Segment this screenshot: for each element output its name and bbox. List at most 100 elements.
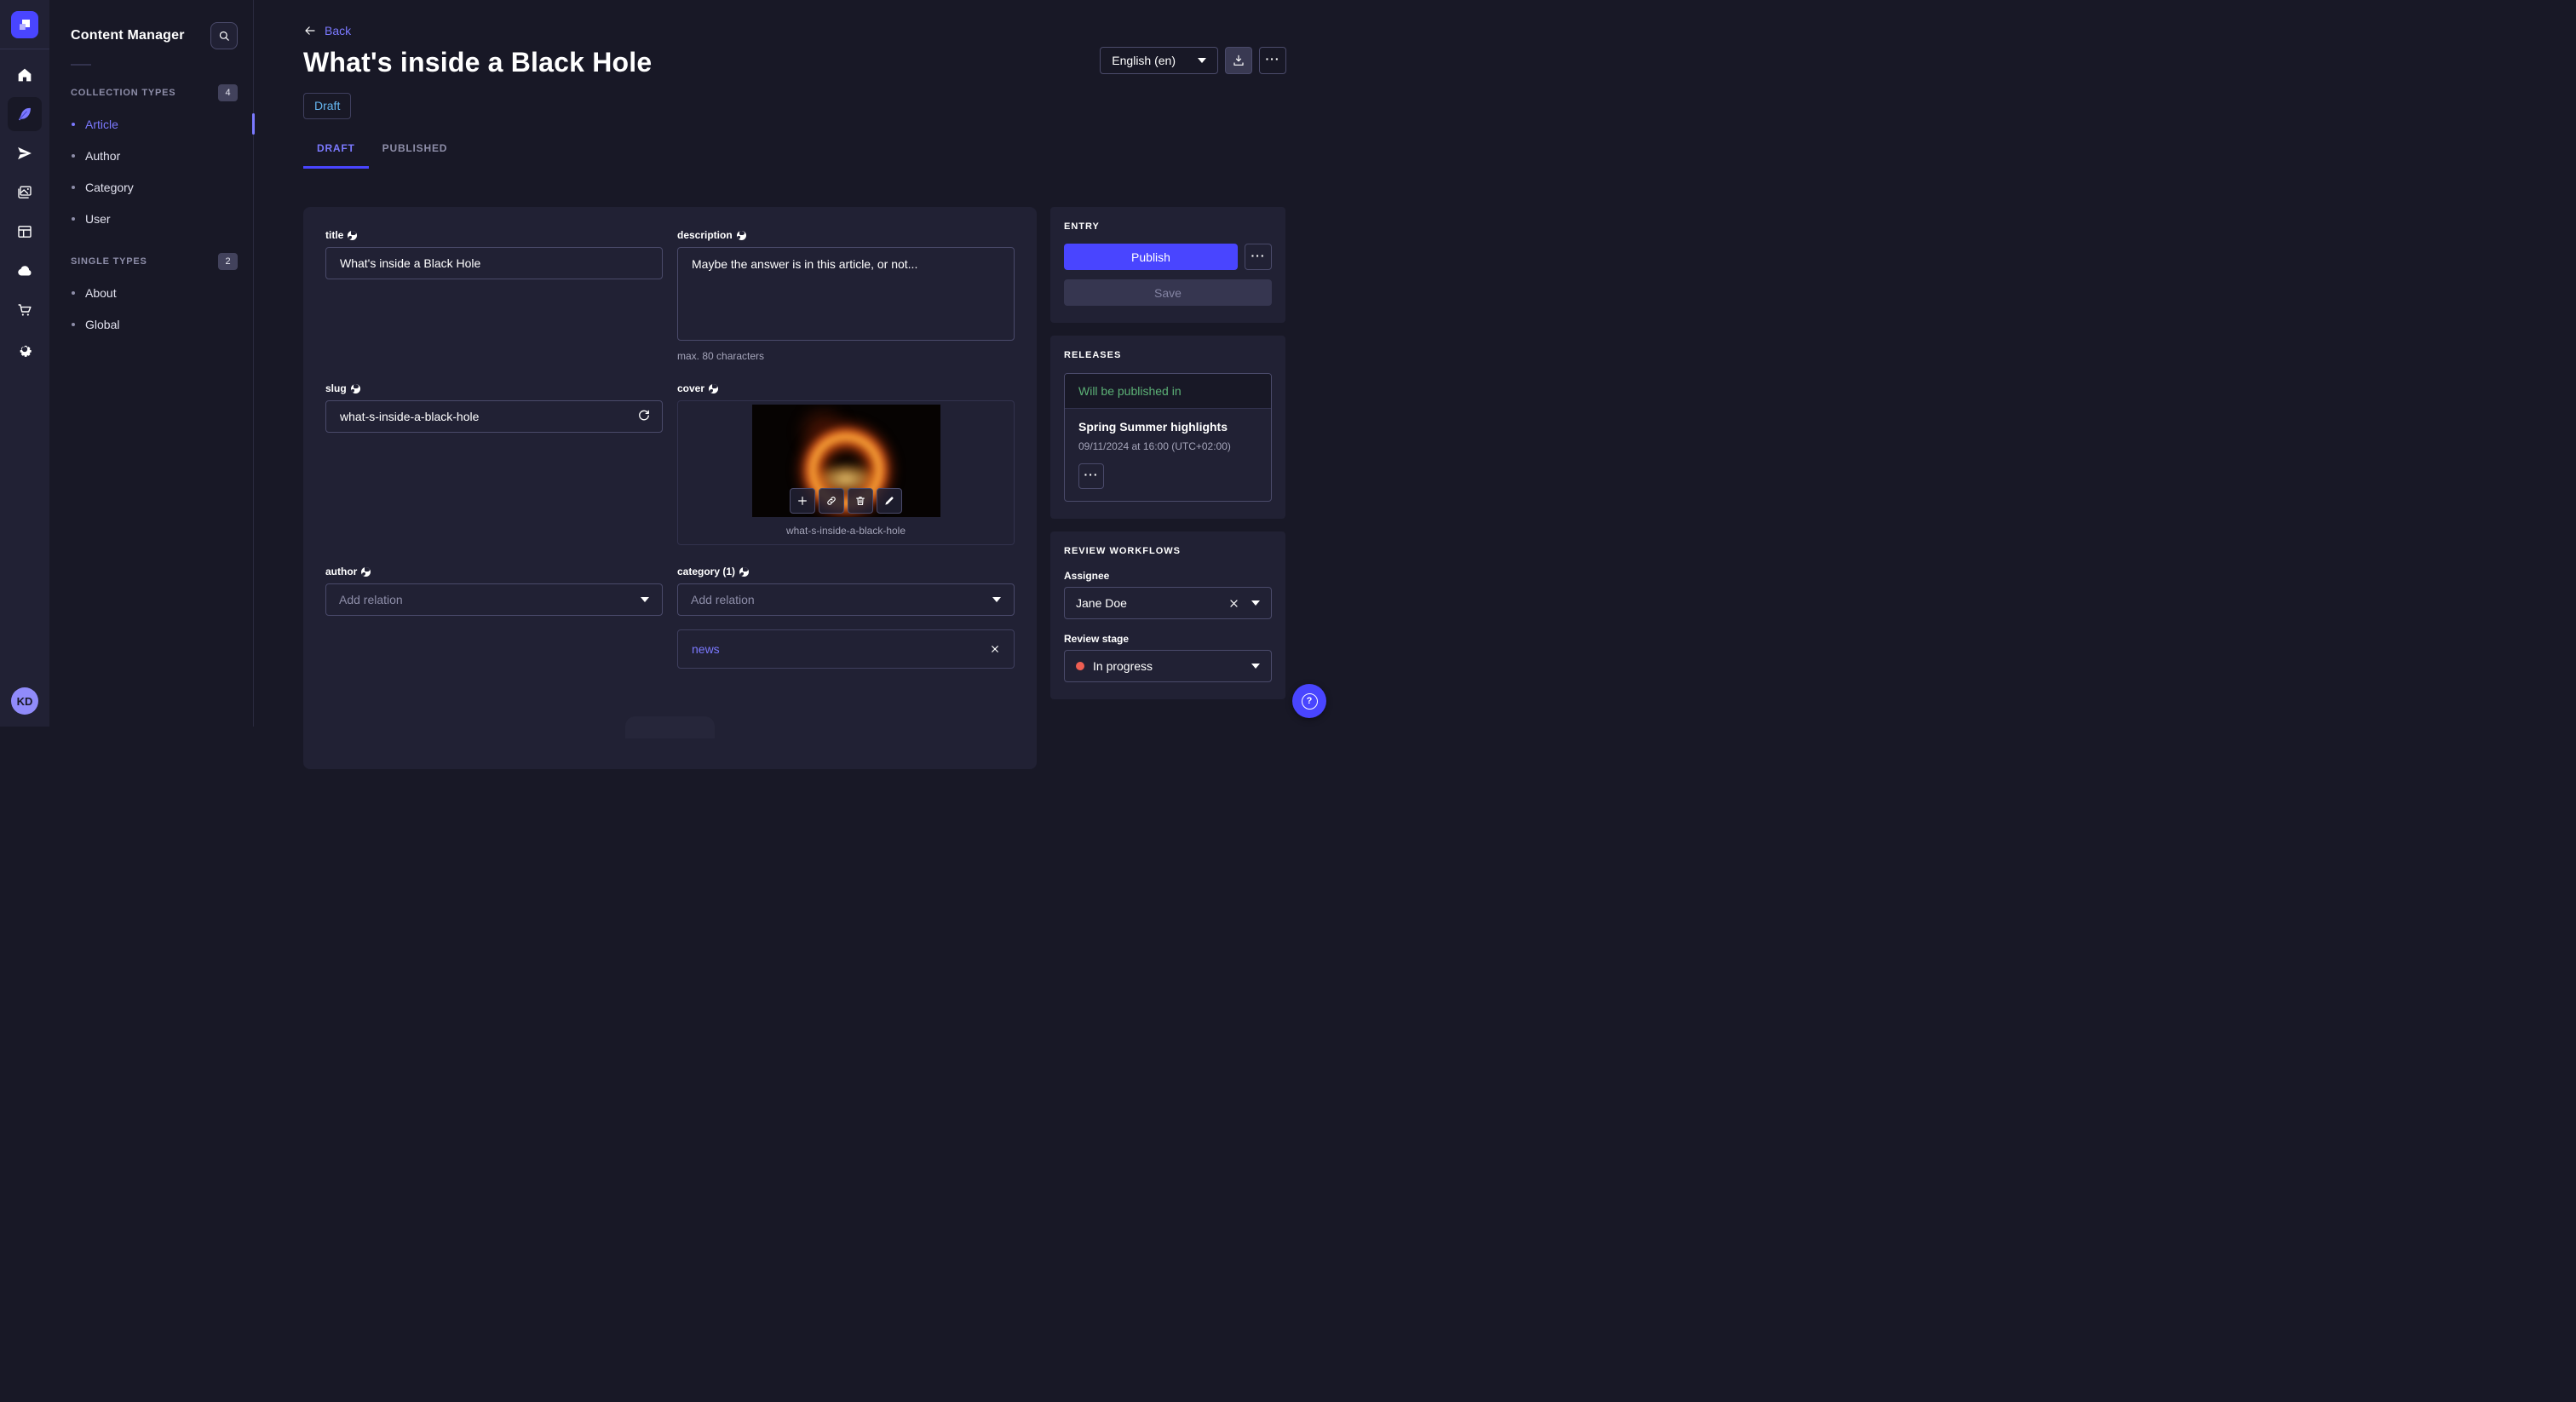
content-manager-feather-icon[interactable]: [8, 97, 42, 131]
entry-sidebar: ENTRY Publish ··· Save RELEASES Will be …: [1050, 207, 1285, 699]
release-name: Spring Summer highlights: [1078, 420, 1228, 434]
content-type-builder-icon[interactable]: [8, 215, 42, 249]
header-more-button[interactable]: ···: [1259, 47, 1286, 74]
slug-input[interactable]: [325, 400, 663, 433]
assignee-value: Jane Doe: [1076, 596, 1127, 610]
single-types-section: SINGLE TYPES 2 About Global: [49, 253, 253, 340]
release-date: 09/11/2024 at 16:00 (UTC+02:00): [1078, 440, 1231, 452]
releases-panel-title: RELEASES: [1064, 350, 1122, 360]
entry-panel: ENTRY Publish ··· Save: [1050, 207, 1285, 323]
collection-types-section: COLLECTION TYPES 4 Article Author Catego…: [49, 84, 255, 234]
release-more-button[interactable]: ···: [1078, 463, 1104, 489]
save-button[interactable]: Save: [1064, 279, 1272, 306]
title-input[interactable]: [325, 247, 663, 279]
question-mark-icon: ?: [1301, 692, 1318, 710]
stage-status-dot: [1076, 662, 1084, 670]
collection-types-label: COLLECTION TYPES: [71, 88, 176, 98]
delete-media-button[interactable]: [848, 488, 873, 514]
chevron-down-icon: [641, 597, 649, 602]
sidebar-item-label: About: [85, 285, 117, 300]
releases-panel: RELEASES Will be published in Spring Sum…: [1050, 336, 1285, 519]
assignee-label: Assignee: [1064, 570, 1110, 582]
author-relation-select[interactable]: Add relation: [325, 583, 663, 616]
search-button[interactable]: [210, 22, 238, 49]
download-icon: [1233, 55, 1244, 66]
single-types-label: SINGLE TYPES: [71, 256, 147, 267]
review-stage-select[interactable]: In progress: [1064, 650, 1272, 682]
more-dots-icon: ···: [1251, 248, 1266, 262]
tab-published[interactable]: PUBLISHED: [369, 142, 462, 169]
deploy-cloud-icon[interactable]: [8, 254, 42, 288]
sidebar-item-global[interactable]: Global: [49, 308, 253, 340]
marketplace-cart-icon[interactable]: [8, 293, 42, 327]
remove-relation-button[interactable]: [990, 644, 1000, 654]
sidebar-item-author[interactable]: Author: [49, 140, 253, 171]
locale-globe-icon: [361, 566, 371, 577]
home-icon[interactable]: [8, 58, 42, 92]
export-download-button[interactable]: [1225, 47, 1252, 74]
locale-globe-icon: [739, 566, 750, 577]
strapi-logo[interactable]: [11, 10, 38, 38]
sidebar-item-about[interactable]: About: [49, 277, 253, 308]
category-relation-item: news: [677, 629, 1015, 669]
sidebar-item-user[interactable]: User: [49, 203, 253, 234]
arrow-left-icon: [305, 26, 315, 35]
back-label: Back: [325, 24, 352, 37]
description-field-label: description: [677, 229, 733, 241]
tab-draft[interactable]: DRAFT: [303, 142, 369, 169]
status-badge: Draft: [303, 93, 352, 119]
entry-more-button[interactable]: ···: [1245, 244, 1272, 270]
sidebar-item-label: Global: [85, 317, 120, 331]
sidebar-item-label: Author: [85, 148, 121, 163]
bullet-icon: [72, 290, 75, 295]
clear-assignee-icon[interactable]: [1228, 598, 1239, 609]
locale-select[interactable]: English (en): [1100, 47, 1218, 74]
copy-link-button[interactable]: [819, 488, 844, 514]
sidebar-item-category[interactable]: Category: [49, 171, 253, 203]
plus-icon: [798, 497, 807, 505]
review-stage-value: In progress: [1093, 659, 1153, 673]
locale-globe-icon: [709, 383, 719, 394]
sidebar-item-label: Category: [85, 180, 134, 194]
add-media-button[interactable]: [790, 488, 815, 514]
cover-field: cover what-s-inside-a-black-hole: [677, 382, 1015, 545]
bullet-icon: [72, 216, 75, 221]
slug-field: slug: [325, 382, 663, 545]
description-textarea[interactable]: Maybe the answer is in this article, or …: [677, 247, 1015, 341]
content-manager-nav: Content Manager COLLECTION TYPES 4 Artic…: [49, 0, 255, 727]
publish-button[interactable]: Publish: [1064, 244, 1238, 270]
user-avatar[interactable]: KD: [11, 687, 38, 715]
entry-panel-title: ENTRY: [1064, 221, 1100, 232]
author-placeholder: Add relation: [339, 593, 403, 606]
app-rail: KD: [0, 0, 49, 727]
assignee-select[interactable]: Jane Doe: [1064, 587, 1272, 619]
regenerate-slug-button[interactable]: [636, 408, 652, 423]
help-button[interactable]: ?: [1292, 684, 1326, 718]
chevron-down-icon: [992, 597, 1001, 602]
review-workflows-title: REVIEW WORKFLOWS: [1064, 546, 1181, 556]
logo-container: [0, 0, 49, 49]
category-relation-select[interactable]: Add relation: [677, 583, 1015, 616]
more-dots-icon: ···: [1265, 52, 1280, 66]
edit-media-button[interactable]: [877, 488, 902, 514]
single-types-count-badge: 2: [218, 253, 238, 270]
edit-form-card: title description Maybe the answer is in…: [303, 207, 1037, 769]
locale-globe-icon: [350, 383, 360, 394]
locale-globe-icon: [348, 230, 358, 240]
nav-title: Content Manager: [71, 28, 185, 43]
sidebar-item-article[interactable]: Article: [49, 108, 255, 140]
relation-link-news[interactable]: news: [692, 642, 720, 656]
chevron-down-icon: [1198, 58, 1206, 63]
link-icon: [827, 497, 836, 505]
bullet-icon: [72, 153, 75, 158]
collection-types-count-badge: 4: [218, 84, 238, 101]
bullet-icon: [72, 185, 75, 189]
slug-field-label: slug: [325, 382, 347, 394]
settings-gear-icon[interactable]: [8, 332, 42, 366]
author-field: author Add relation: [325, 566, 663, 669]
back-link[interactable]: Back: [303, 24, 351, 37]
releases-paper-plane-icon[interactable]: [8, 136, 42, 170]
collapsed-component-stub[interactable]: [625, 716, 715, 738]
sidebar-item-label: Article: [85, 117, 118, 131]
media-library-icon[interactable]: [8, 175, 42, 210]
